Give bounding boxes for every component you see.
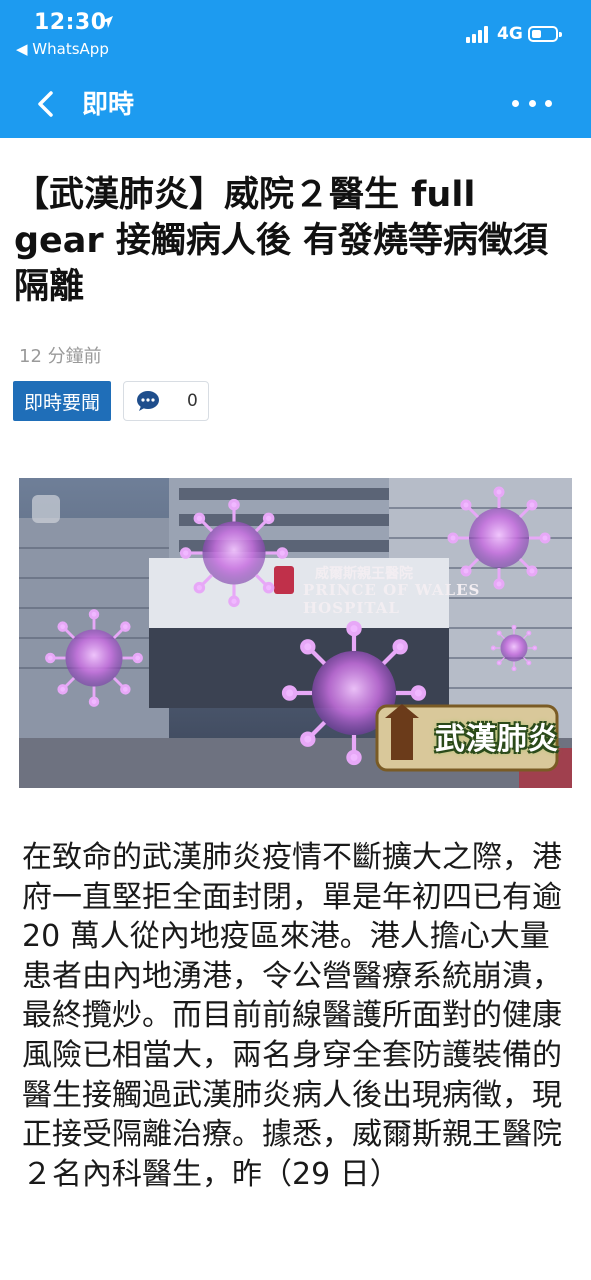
- battery-icon: [528, 26, 562, 42]
- comments-button[interactable]: 0: [123, 381, 209, 421]
- page-title: 即時: [82, 90, 135, 120]
- category-tag[interactable]: 即時要聞: [13, 381, 111, 421]
- signal-icon: [466, 25, 492, 43]
- status-time: 12:30: [34, 10, 107, 35]
- article-timestamp: 12 分鐘前: [19, 346, 102, 367]
- dot-icon: [528, 99, 536, 107]
- comment-bubble-icon: [137, 391, 159, 411]
- dot-icon: [545, 99, 552, 107]
- wuhan-badge-label: 武漢肺炎: [435, 722, 559, 757]
- hospital-sign-chinese: 威爾斯親王醫院: [315, 566, 413, 582]
- back-button[interactable]: [30, 86, 60, 122]
- network-type: 4G: [497, 24, 523, 44]
- location-arrow-icon: [101, 16, 113, 28]
- article-body: 在致命的武漢肺炎疫情不斷擴大之際，港府一直堅拒全面封閉，單是年初四已有逾 20 …: [22, 840, 562, 1192]
- comment-count: 0: [187, 391, 198, 411]
- back-to-app-link[interactable]: ◀ WhatsApp: [16, 40, 109, 58]
- article-headline: 【武漢肺炎】威院２醫生 full gear 接觸病人後 有發燒等病徵須隔離: [14, 175, 549, 307]
- dot-icon: [512, 99, 519, 107]
- app-header: 12:30 ◀ WhatsApp 4G 即時: [0, 0, 591, 138]
- chevron-left-icon: [38, 91, 53, 117]
- article-image[interactable]: 威爾斯親王醫院 PRINCE OF WALES HOSPITAL 武漢肺炎: [19, 478, 572, 788]
- hospital-sign-english: PRINCE OF WALES HOSPITAL: [303, 581, 481, 617]
- more-options-button[interactable]: [512, 96, 552, 110]
